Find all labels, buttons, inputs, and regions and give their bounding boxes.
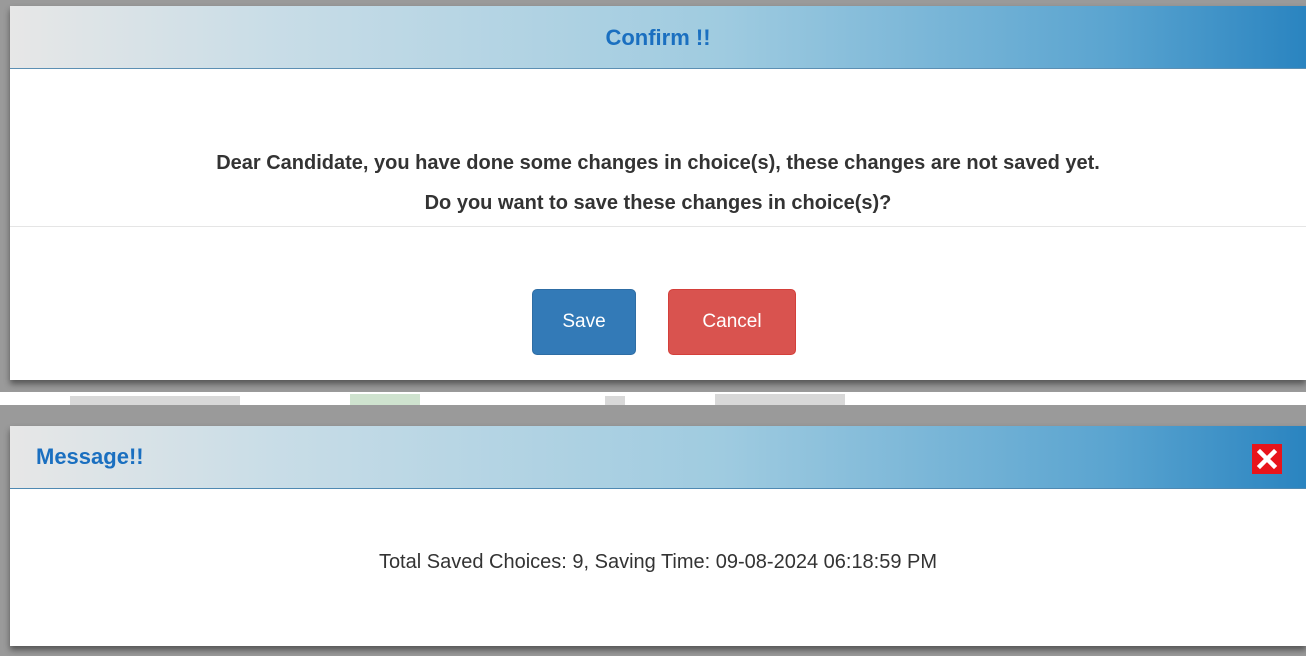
- message-dialog: Message!! Total Saved Choices: 9, Saving…: [10, 426, 1306, 646]
- message-header: Message!!: [10, 426, 1306, 489]
- cancel-button[interactable]: Cancel: [668, 289, 796, 355]
- confirm-message-line-2: Do you want to save these changes in cho…: [424, 192, 892, 214]
- message-body: Total Saved Choices: 9, Saving Time: 09-…: [378, 551, 938, 573]
- close-icon: [1256, 448, 1278, 470]
- confirm-overlay: Confirm !! Dear Candidate, you have done…: [0, 0, 1306, 392]
- close-button[interactable]: [1252, 444, 1282, 474]
- confirm-footer: Save Cancel: [10, 227, 1306, 377]
- save-button[interactable]: Save: [532, 289, 636, 355]
- confirm-message: Dear Candidate, you have done some chang…: [10, 69, 1306, 227]
- confirm-header: Confirm !!: [10, 6, 1306, 69]
- confirm-title: Confirm !!: [605, 25, 711, 50]
- confirm-dialog: Confirm !! Dear Candidate, you have done…: [10, 6, 1306, 380]
- message-overlay: Message!! Total Saved Choices: 9, Saving…: [0, 405, 1306, 656]
- confirm-message-line-1: Dear Candidate, you have done some chang…: [216, 152, 1100, 174]
- message-title: Message!!: [36, 444, 144, 469]
